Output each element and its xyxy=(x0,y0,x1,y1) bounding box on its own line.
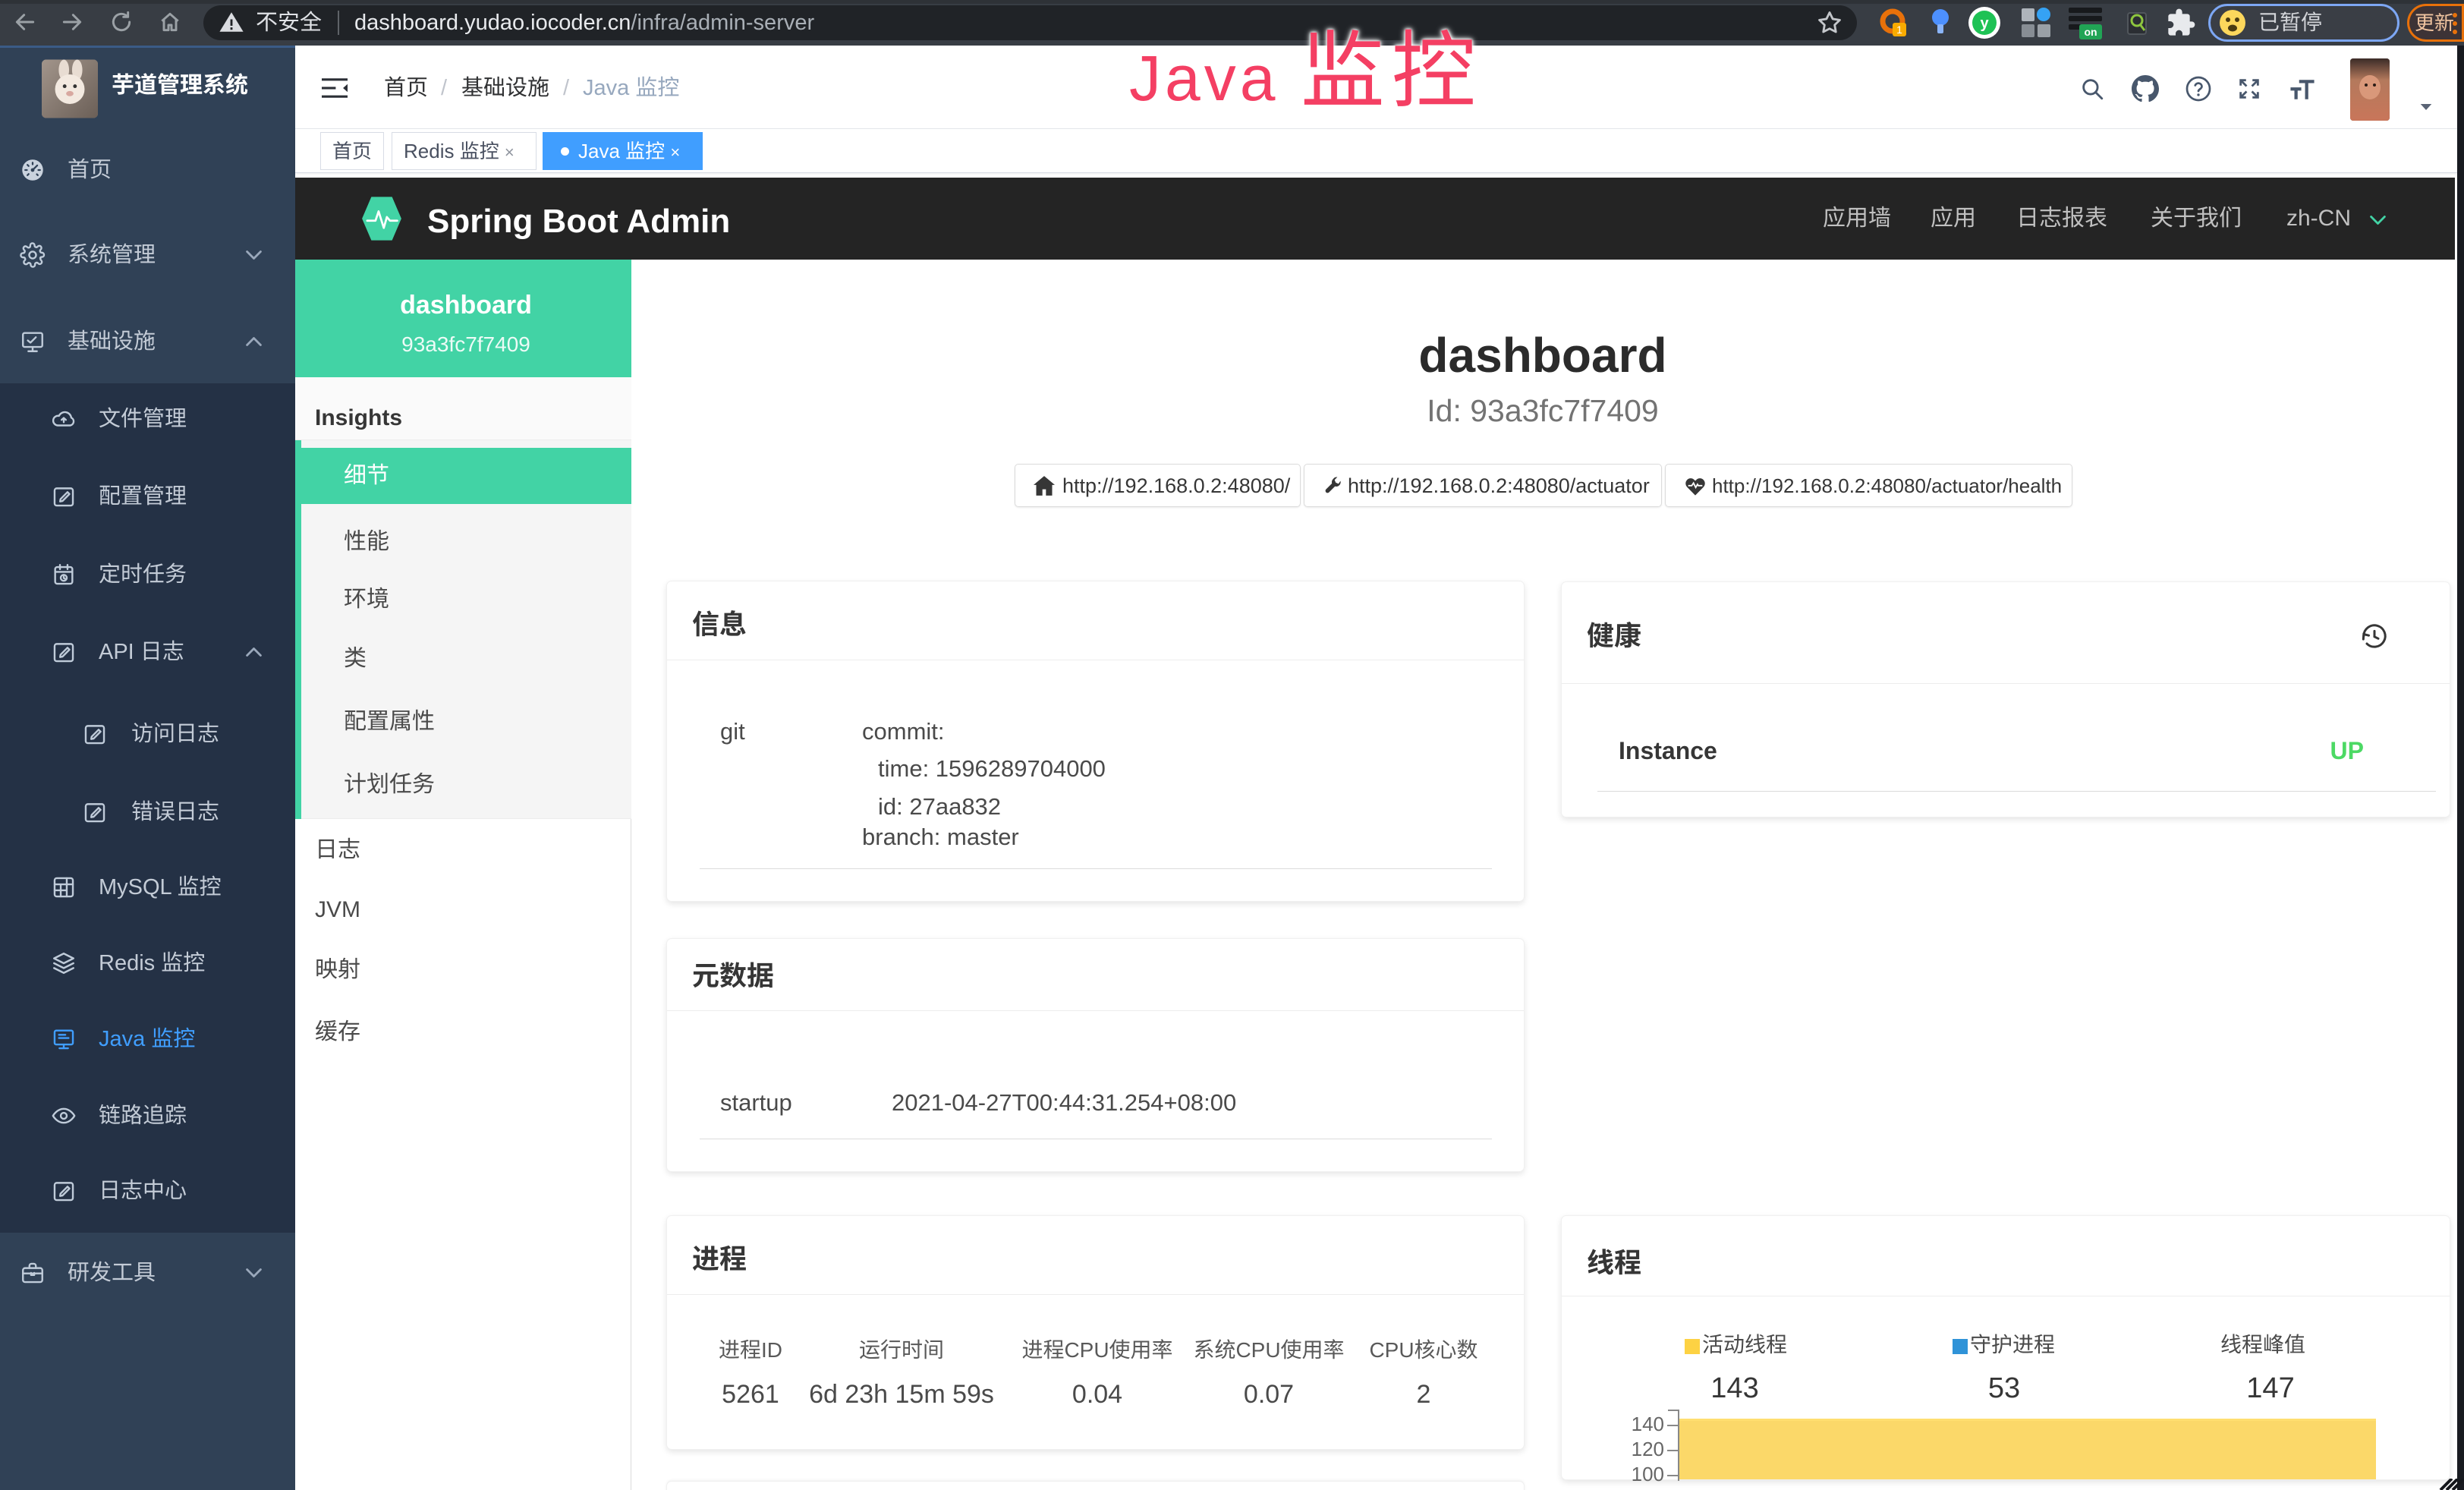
svg-text:on: on xyxy=(2084,26,2097,38)
svg-text:y: y xyxy=(1980,15,1989,32)
svg-text:1: 1 xyxy=(1896,24,1902,36)
